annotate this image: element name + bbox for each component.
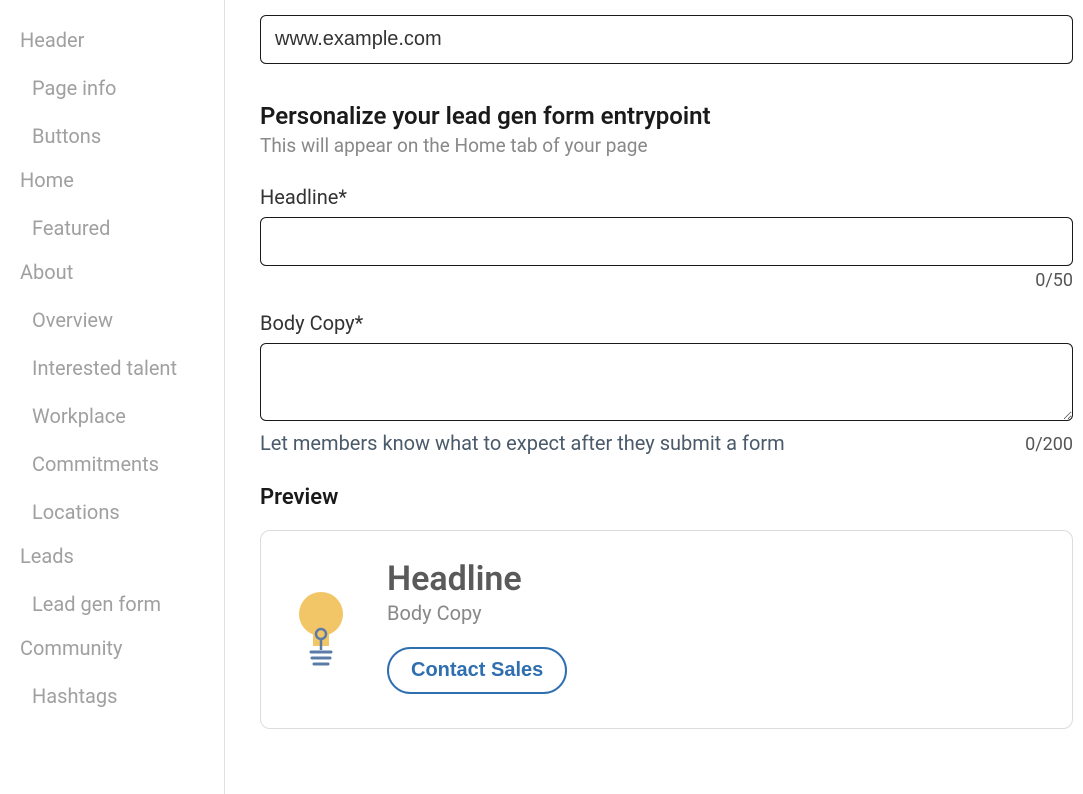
sidebar-item-commitments[interactable]: Commitments [20, 440, 224, 488]
sidebar-heading-home[interactable]: Home [20, 168, 224, 192]
sidebar-item-buttons[interactable]: Buttons [20, 112, 224, 160]
sidebar-item-overview[interactable]: Overview [20, 296, 224, 344]
body-copy-field: Body Copy* Let members know what to expe… [260, 311, 1073, 455]
sidebar-item-locations[interactable]: Locations [20, 488, 224, 536]
body-copy-input[interactable] [260, 343, 1073, 421]
sidebar-heading-header[interactable]: Header [20, 28, 224, 52]
headline-counter: 0/50 [1035, 270, 1073, 291]
preview-card: Headline Body Copy Contact Sales [260, 530, 1073, 729]
sidebar-heading-about[interactable]: About [20, 260, 224, 284]
sidebar-item-lead-gen-form[interactable]: Lead gen form [20, 580, 224, 628]
contact-sales-button[interactable]: Contact Sales [387, 647, 567, 694]
preview-label: Preview [260, 485, 1073, 510]
sidebar-item-interested-talent[interactable]: Interested talent [20, 344, 224, 392]
section-title: Personalize your lead gen form entrypoin… [260, 102, 1073, 130]
body-copy-helper: Let members know what to expect after th… [260, 431, 785, 455]
body-copy-label: Body Copy* [260, 311, 1073, 335]
sidebar-heading-community[interactable]: Community [20, 636, 224, 660]
body-copy-counter: 0/200 [1025, 434, 1073, 455]
sidebar-item-page-info[interactable]: Page info [20, 64, 224, 112]
main-content: Personalize your lead gen form entrypoin… [225, 0, 1083, 794]
sidebar-item-workplace[interactable]: Workplace [20, 392, 224, 440]
lightbulb-icon [295, 588, 347, 666]
url-input[interactable] [260, 15, 1073, 64]
preview-body-copy: Body Copy [387, 601, 1038, 625]
section-subtitle: This will appear on the Home tab of your… [260, 134, 1073, 157]
headline-field: Headline* 0/50 [260, 185, 1073, 291]
sidebar-item-hashtags[interactable]: Hashtags [20, 672, 224, 720]
headline-input[interactable] [260, 217, 1073, 266]
sidebar-heading-leads[interactable]: Leads [20, 544, 224, 568]
sidebar-item-featured[interactable]: Featured [20, 204, 224, 252]
headline-label: Headline* [260, 185, 1073, 209]
preview-headline: Headline [387, 559, 1038, 599]
sidebar-nav: Header Page info Buttons Home Featured A… [0, 0, 225, 794]
